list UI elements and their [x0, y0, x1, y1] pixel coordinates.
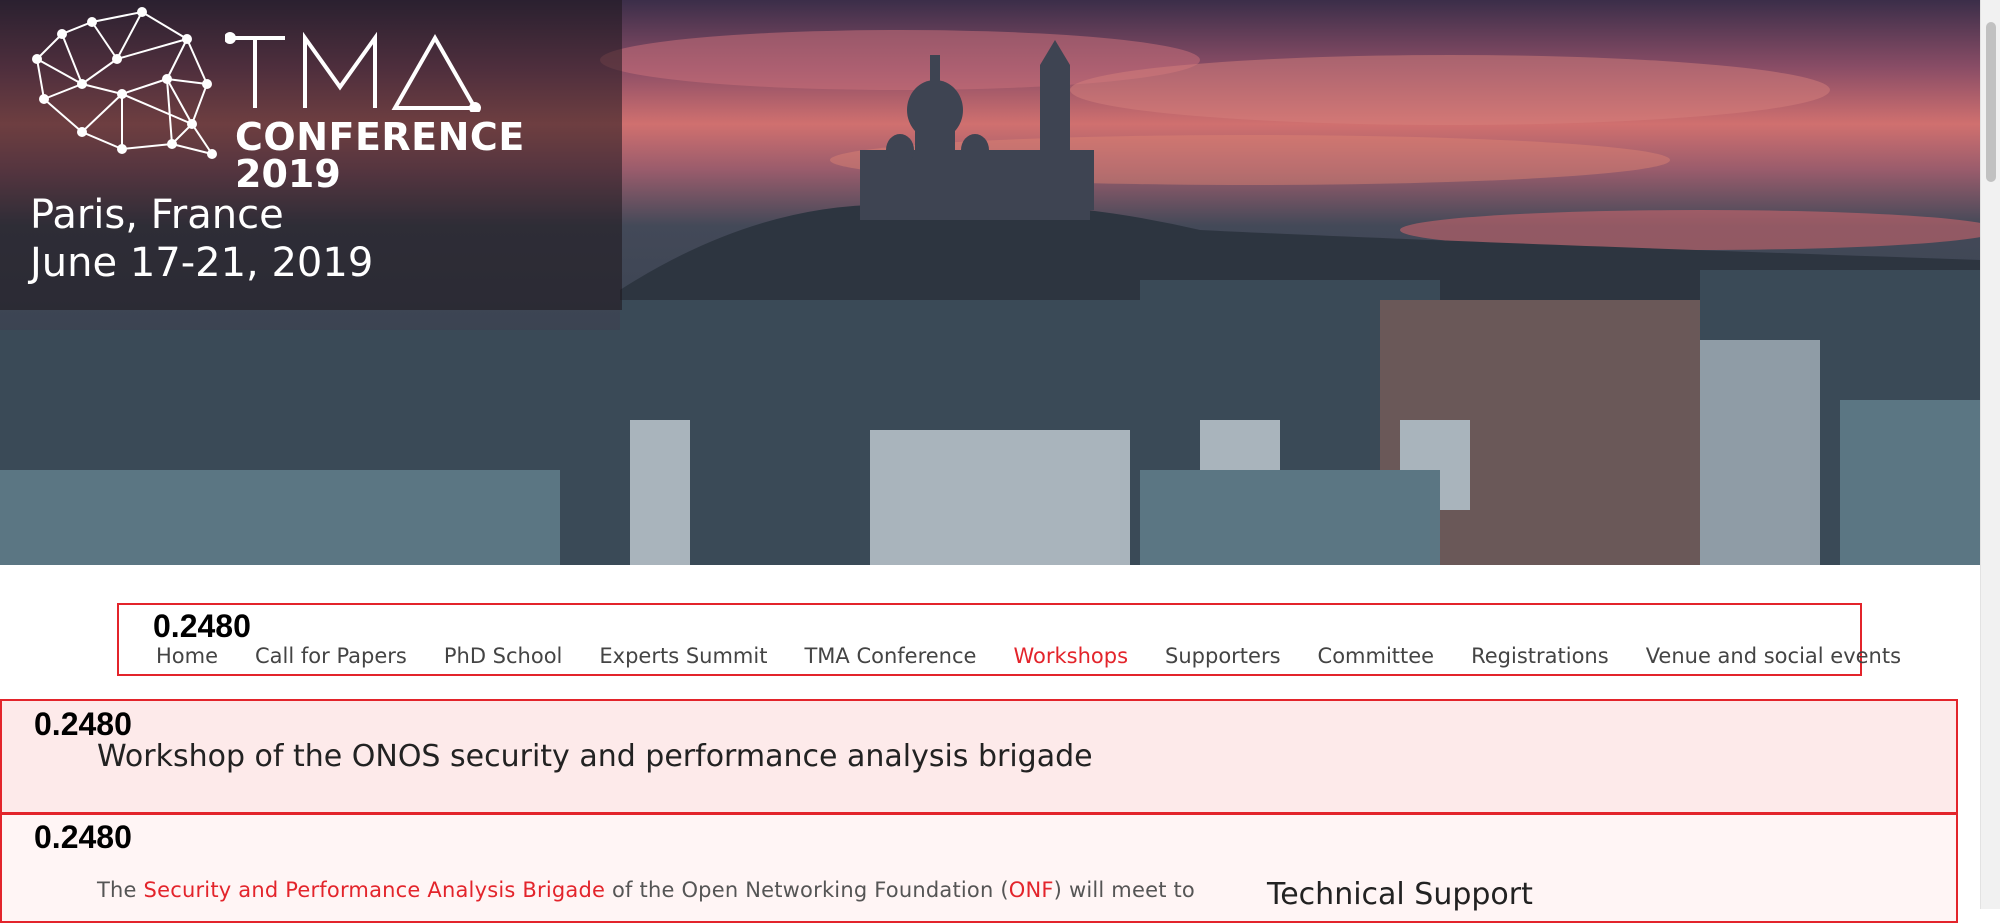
nav-item-call-for-papers[interactable]: Call for Papers: [255, 642, 407, 670]
brain-network-logo-icon: [32, 7, 217, 159]
spab-link[interactable]: Security and Performance Analysis Brigad…: [144, 878, 606, 902]
nav-item-registrations[interactable]: Registrations: [1471, 642, 1609, 670]
scrollbar-thumb[interactable]: [1986, 22, 1996, 182]
nav-item-venue-and-social-events[interactable]: Venue and social events: [1646, 642, 1901, 670]
content-highlight-box: [0, 813, 1958, 923]
nav-item-home[interactable]: Home: [156, 642, 218, 670]
nav-item-workshops[interactable]: Workshops: [1013, 642, 1128, 670]
hero-location: Paris, France: [30, 192, 284, 238]
nav-item-committee[interactable]: Committee: [1318, 642, 1435, 670]
nav-item-phd-school[interactable]: PhD School: [444, 642, 563, 670]
logo-year-text: 2019: [235, 152, 341, 196]
intro-text-middle: of the Open Networking Foundation (: [605, 878, 1009, 902]
intro-text-start: The: [97, 878, 144, 902]
nav-item-supporters[interactable]: Supporters: [1165, 642, 1281, 670]
main-nav: Home Call for Papers PhD School Experts …: [156, 642, 1938, 670]
technical-support-heading: Technical Support: [1267, 877, 1533, 912]
hero-dates: June 17-21, 2019: [30, 240, 374, 286]
tma-letters-logo-icon: [225, 32, 481, 112]
title-score-label: 0.2480: [34, 706, 132, 742]
nav-item-experts-summit[interactable]: Experts Summit: [599, 642, 767, 670]
content-score-label: 0.2480: [34, 819, 132, 855]
page-title: Workshop of the ONOS security and perfor…: [97, 739, 1093, 774]
hero-banner: CONFERENCE 2019 Paris, France June 17-21…: [0, 0, 1980, 565]
intro-paragraph: The Security and Performance Analysis Br…: [97, 876, 1197, 904]
nav-item-tma-conference[interactable]: TMA Conference: [804, 642, 976, 670]
page-scrollbar[interactable]: [1980, 0, 2000, 909]
logo-conference-text: CONFERENCE: [235, 115, 525, 159]
onf-link[interactable]: ONF: [1009, 878, 1054, 902]
intro-text-end: ) will meet to: [1053, 878, 1195, 902]
nav-score-label: 0.2480: [153, 608, 251, 644]
